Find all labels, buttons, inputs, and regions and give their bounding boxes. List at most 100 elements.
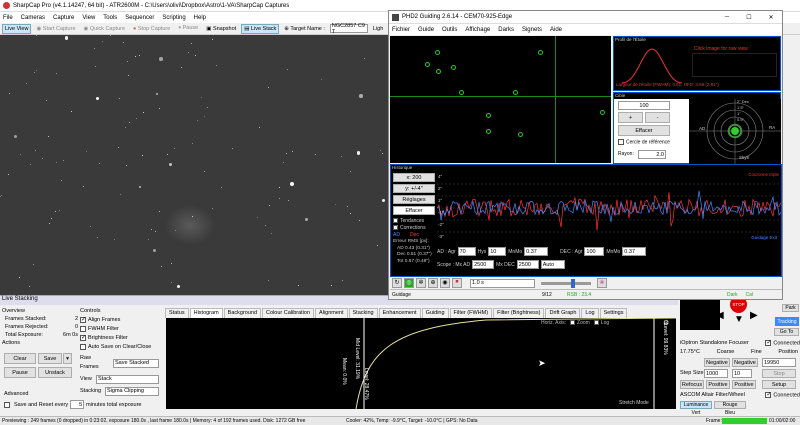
- save-dropdown-button[interactable]: ▾: [63, 353, 72, 364]
- phd-menu-guide[interactable]: Guide: [418, 27, 434, 33]
- tab-stacking[interactable]: Stacking: [348, 308, 378, 318]
- view-select[interactable]: Stack: [96, 375, 159, 384]
- raw-frames-select[interactable]: Save Stacked: [113, 358, 159, 368]
- coarse-negative-button[interactable]: Negative: [704, 358, 730, 367]
- fine-positive-button[interactable]: Positive: [732, 380, 756, 389]
- mx-ad-input[interactable]: 2500: [472, 260, 495, 269]
- save-reset-checkbox[interactable]: [4, 401, 10, 408]
- gamma-slider[interactable]: [541, 278, 591, 288]
- guide-star-marker[interactable]: [435, 50, 440, 55]
- history-x-scale-button[interactable]: x: 200: [393, 173, 435, 182]
- coarse-positive-button[interactable]: Positive: [706, 380, 730, 389]
- phd-menu-outils[interactable]: Outils: [442, 27, 457, 33]
- stop-capture-button[interactable]: ● Stop Capture: [130, 24, 173, 34]
- save-reset-input[interactable]: 5: [70, 400, 85, 409]
- align-frames-checkbox[interactable]: [80, 316, 86, 323]
- fwhm-filter-row[interactable]: FWHM Filter: [80, 325, 162, 334]
- auto-save-checkbox[interactable]: [80, 343, 86, 350]
- brain-icon[interactable]: ❀: [597, 278, 607, 288]
- mx-dec-input[interactable]: 2500: [516, 260, 539, 269]
- tab-status[interactable]: Status: [165, 308, 189, 318]
- tab-guiding[interactable]: Guiding: [421, 308, 449, 318]
- phd-menu-fichier[interactable]: Fichier: [392, 27, 410, 33]
- focuser-position-input[interactable]: 19950: [762, 358, 796, 367]
- ad-aggr-input[interactable]: 70: [457, 247, 476, 256]
- arrow-right-icon[interactable]: ▶: [750, 310, 758, 321]
- corrections-checkbox[interactable]: [393, 225, 398, 231]
- quick-capture-button[interactable]: ◉ Quick Capture: [81, 24, 129, 34]
- refocus-button[interactable]: Refocus: [680, 380, 704, 389]
- align-frames-row[interactable]: Align Frames: [80, 316, 162, 325]
- auto-select-star-icon[interactable]: ✲: [416, 278, 426, 288]
- guide-star-marker[interactable]: [486, 113, 491, 118]
- target-scale-select[interactable]: 100: [618, 101, 670, 110]
- save-button[interactable]: Save: [38, 353, 62, 364]
- close-icon[interactable]: ✕: [760, 14, 782, 21]
- minimize-icon[interactable]: ─: [716, 14, 738, 20]
- fwhm-filter-checkbox[interactable]: [80, 325, 86, 332]
- maximize-icon[interactable]: ☐: [738, 14, 760, 21]
- focuser-setup-button[interactable]: Setup: [762, 380, 796, 389]
- ad-mnmo-input[interactable]: 0.37: [524, 247, 549, 256]
- stacking-select[interactable]: Sigma Clipping: [105, 387, 159, 396]
- target-name-input[interactable]: NGC2857 C9 T: [329, 23, 368, 35]
- tab-drift-graph[interactable]: Drift Graph: [545, 308, 581, 318]
- live-view-button[interactable]: Live View: [2, 23, 32, 34]
- tab-filter-brightness[interactable]: Filter (Brightness): [493, 308, 545, 318]
- brightness-filter-row[interactable]: Brightness Filter: [80, 334, 162, 343]
- stop-tool-icon[interactable]: ⏹: [452, 278, 462, 288]
- gamma-slider-thumb[interactable]: [571, 278, 575, 288]
- brightness-filter-checkbox[interactable]: [80, 334, 86, 341]
- phd-menu-aide[interactable]: Aide: [550, 27, 562, 33]
- hist-log-checkbox[interactable]: [593, 320, 599, 326]
- tab-log[interactable]: Log: [581, 308, 599, 318]
- trends-checkbox[interactable]: [393, 218, 398, 224]
- phd-menu-signets[interactable]: Signets: [522, 27, 542, 33]
- dec-aggr-input[interactable]: 100: [584, 247, 605, 256]
- live-stack-button[interactable]: ▤ Live Stack: [241, 23, 280, 34]
- target-radius-input[interactable]: 2.0: [638, 150, 666, 159]
- arrow-left-icon[interactable]: ◀: [716, 310, 724, 321]
- guide-star-marker[interactable]: [459, 90, 464, 95]
- goto-button[interactable]: Go To: [774, 328, 799, 336]
- guide-star-marker[interactable]: [518, 132, 523, 137]
- target-zoom-in-button[interactable]: +: [618, 112, 643, 123]
- hist-zoom-toggle[interactable]: Zoom: [570, 320, 590, 326]
- target-tool-icon[interactable]: ⊕: [428, 278, 438, 288]
- histogram-area[interactable]: Mean: 0.0% Mid Level: 31.19% Level: 28.4…: [166, 318, 676, 409]
- sc-menu-capture[interactable]: Capture: [53, 15, 74, 21]
- unstack-button[interactable]: Unstack: [38, 367, 72, 378]
- sc-menu-view[interactable]: View: [82, 15, 95, 21]
- guide-star-marker[interactable]: [425, 62, 430, 67]
- sc-menu-scripting[interactable]: Scripting: [162, 15, 185, 21]
- hist-zoom-checkbox[interactable]: [570, 320, 576, 326]
- history-y-scale-button[interactable]: y: +/-4": [393, 184, 435, 193]
- step-size-input[interactable]: 1000: [704, 369, 728, 378]
- exposure-select[interactable]: 1.0 s: [470, 278, 535, 288]
- guide-icon[interactable]: ◎: [404, 278, 414, 288]
- camera-image-view[interactable]: [0, 35, 388, 295]
- filter-vert-button[interactable]: Vert: [680, 410, 712, 415]
- clear-button[interactable]: Clear: [4, 353, 36, 364]
- filter-bleu-button[interactable]: Bleu: [714, 410, 746, 415]
- tab-settings[interactable]: Settings: [599, 308, 628, 318]
- target-circle-checkbox[interactable]: [618, 139, 624, 145]
- tab-background[interactable]: Background: [223, 308, 262, 318]
- arrow-down-icon[interactable]: ▼: [734, 314, 744, 325]
- park-button[interactable]: Park: [782, 304, 799, 312]
- pause-button[interactable]: ⏸ Pause: [175, 23, 201, 34]
- phd-menu-darks[interactable]: Darks: [498, 27, 514, 33]
- tab-colour-calibration[interactable]: Colour Calibration: [262, 308, 315, 318]
- start-capture-button[interactable]: ◉ Start Capture: [33, 24, 78, 34]
- target-zoom-out-button[interactable]: -: [645, 112, 670, 123]
- tab-histogram[interactable]: Histogram: [189, 308, 223, 318]
- guide-star-marker[interactable]: [538, 50, 543, 55]
- dec-mnmo-input[interactable]: 0.37: [622, 247, 647, 256]
- history-settings-button[interactable]: Réglages: [393, 195, 435, 204]
- tab-alignment[interactable]: Alignment: [315, 308, 348, 318]
- auto-select[interactable]: Auto: [540, 260, 565, 269]
- star-profile-panel[interactable]: Profil de l'Étoile Click image for raw v…: [613, 36, 781, 91]
- filter-luminance-button[interactable]: Luminance: [680, 401, 712, 409]
- focuser-stop-button[interactable]: Stop: [762, 369, 796, 378]
- guide-star-marker[interactable]: [486, 129, 491, 134]
